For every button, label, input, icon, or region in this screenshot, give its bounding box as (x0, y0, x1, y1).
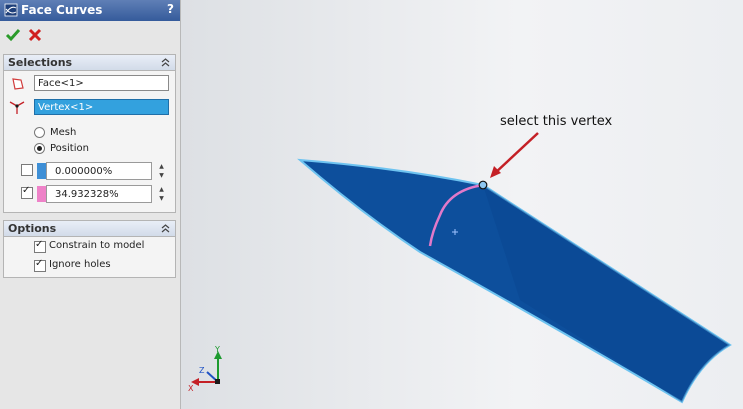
selected-vertex[interactable] (478, 180, 488, 190)
annotation-text: select this vertex (500, 114, 613, 129)
model-scene: Y Z X (188, 132, 732, 404)
axis-triad: Y Z X (188, 345, 222, 393)
annotation-arrow-line (493, 132, 539, 175)
face-shading (483, 185, 730, 402)
triad-x-label: X (188, 384, 194, 393)
triad-y-label: Y (214, 345, 220, 354)
triad-z-label: Z (199, 366, 205, 375)
